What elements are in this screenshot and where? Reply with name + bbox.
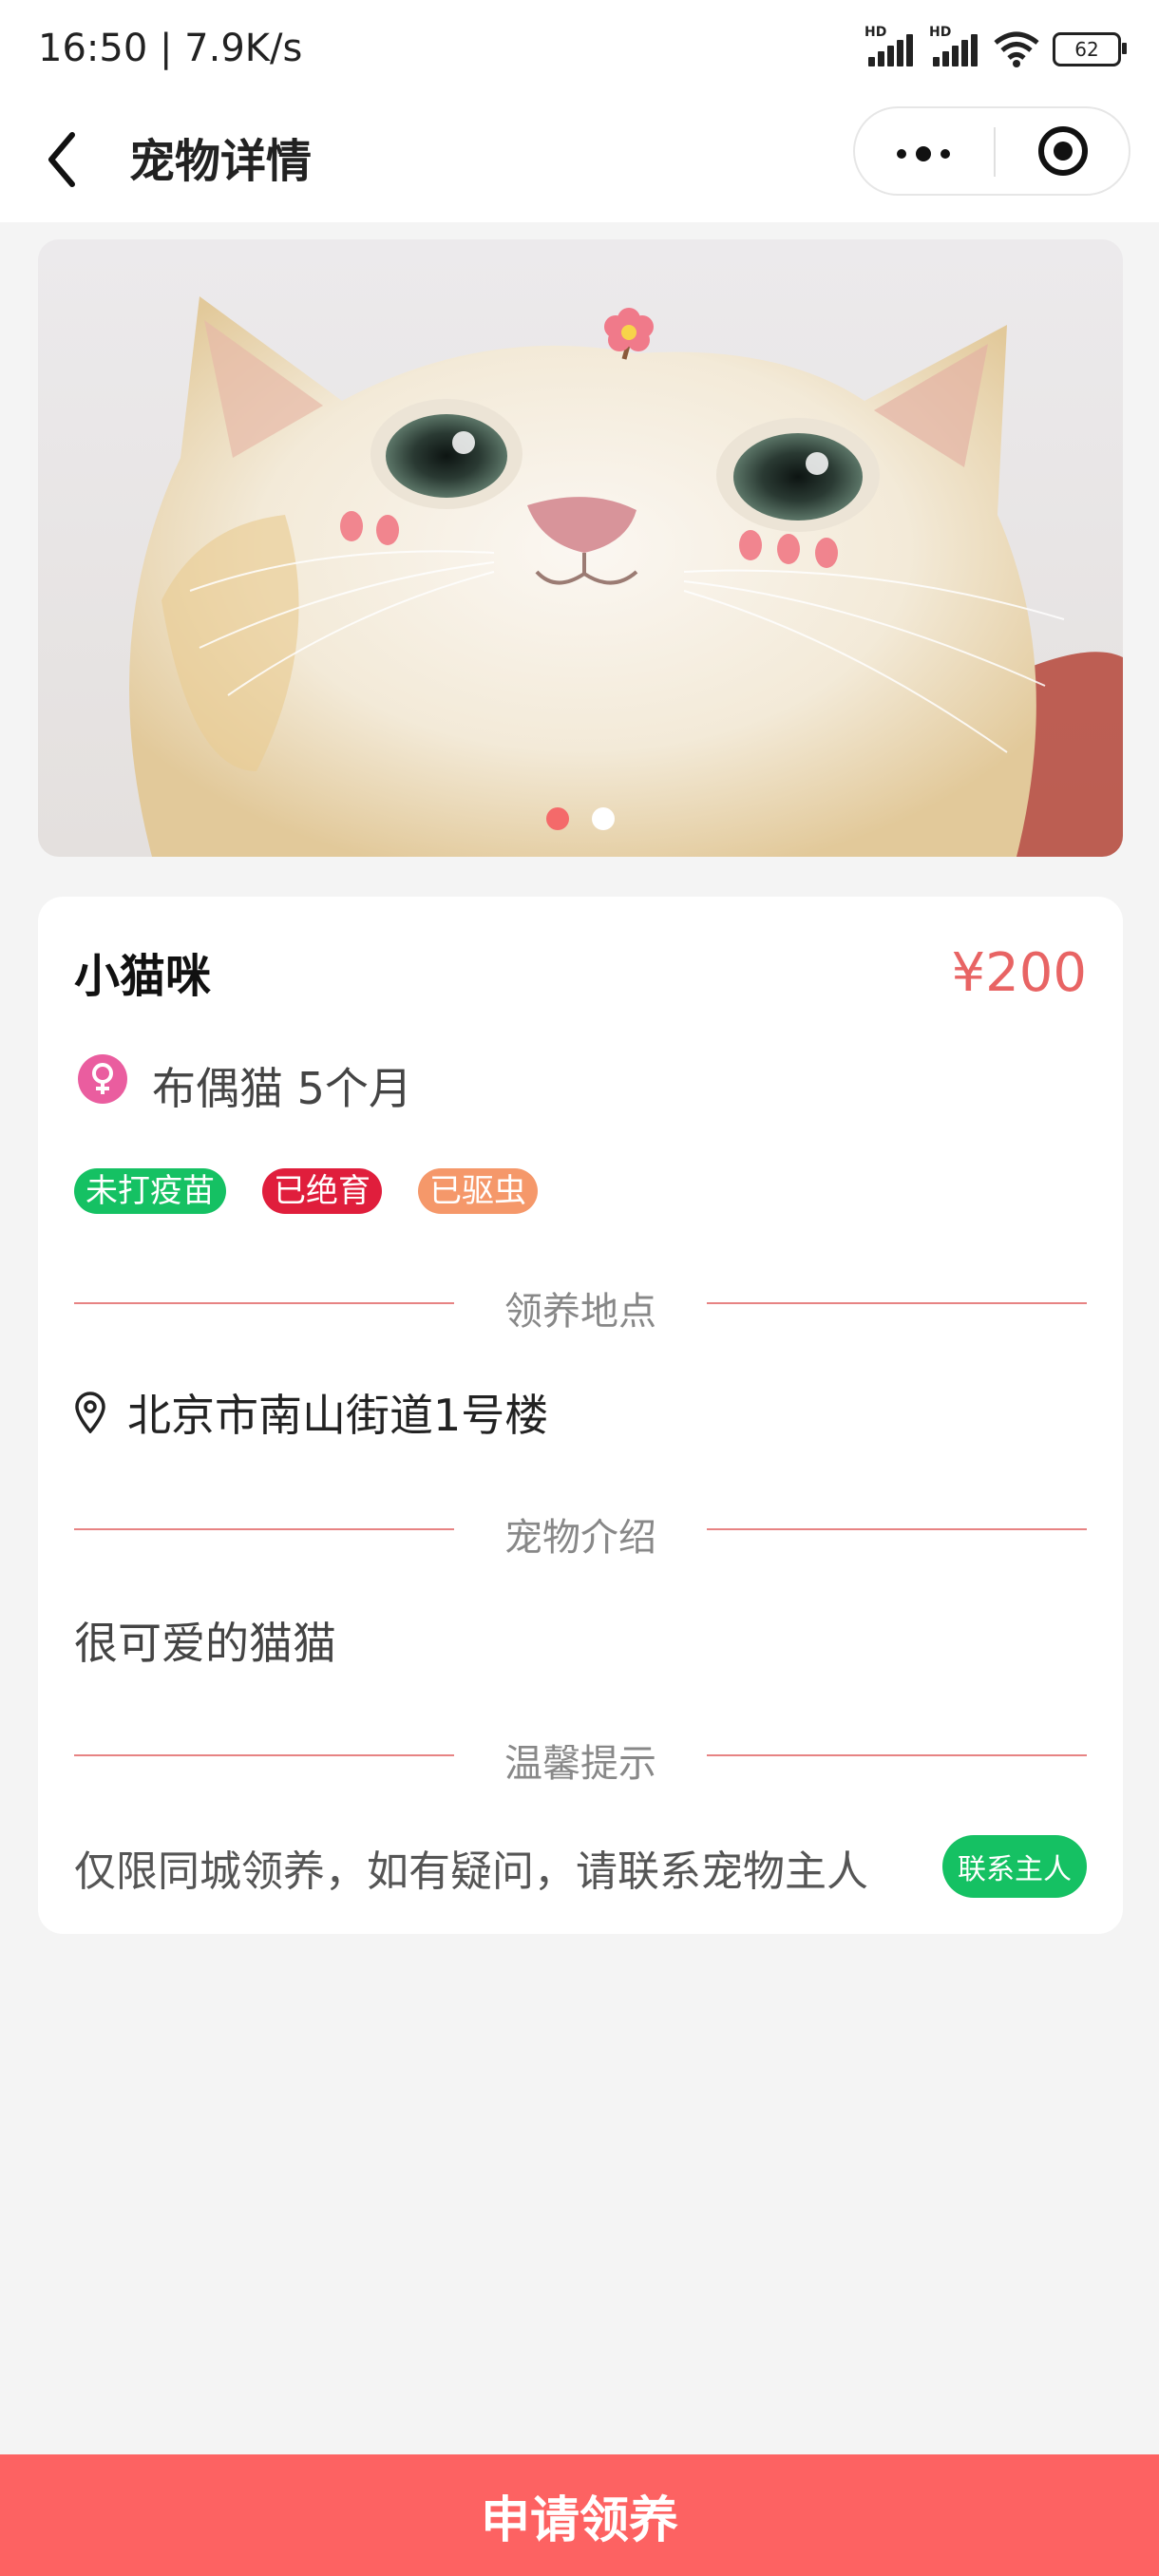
section-divider-tips: 温馨提示 [74,1727,1087,1786]
address-text: 北京市南山街道1号楼 [127,1390,549,1441]
wifi-icon [994,31,1039,67]
pet-intro-text: 很可爱的猫猫 [74,1618,336,1669]
apply-adoption-button[interactable]: 申请领养 [0,2454,1159,2576]
tag-neutered: 已绝育 [262,1168,382,1214]
record-circle-icon[interactable] [996,108,1130,194]
section-title-location: 领养地点 [504,1290,656,1334]
carousel-dot[interactable] [592,807,615,830]
pet-tags: 未打疫苗 已绝育 已驱虫 [74,1168,538,1214]
mini-program-capsule [853,106,1130,196]
pet-price: ¥200 [951,942,1087,1004]
tip-text: 仅限同城领养，如有疑问，请联系宠物主人 [74,1847,868,1896]
carousel-dot-active[interactable] [546,807,569,830]
tag-vaccine: 未打疫苗 [74,1168,226,1214]
location-pin-icon [75,1392,105,1433]
section-divider-intro: 宠物介绍 [74,1501,1087,1560]
status-icons: HD HD 62 [864,25,1127,68]
status-bar: 16:50 | 7.9K/s HD HD 62 [0,0,1159,104]
pet-breed-age: 布偶猫 5个月 [152,1063,412,1114]
adoption-address: 北京市南山街道1号楼 [74,1381,548,1444]
pet-photo-carousel[interactable] [38,239,1123,857]
carousel-indicator [38,807,1123,830]
pet-name: 小猫咪 [74,950,212,1003]
more-dots-icon[interactable] [855,108,994,194]
back-arrow-icon[interactable] [44,129,82,190]
nav-bar: 宠物详情 [0,104,1159,222]
status-time: 16:50 | 7.9K/s [38,27,303,70]
battery-icon: 62 [1053,32,1127,66]
section-divider-location: 领养地点 [74,1275,1087,1334]
page-title: 宠物详情 [129,135,313,188]
section-title-intro: 宠物介绍 [504,1516,656,1560]
pet-detail-card: 小猫咪 ¥200 布偶猫 5个月 未打疫苗 已绝育 已驱虫 领养地点 北京市南山… [38,897,1123,1934]
section-title-tips: 温馨提示 [504,1742,656,1786]
female-icon [78,1054,127,1104]
signal-icon: HD [864,25,916,68]
cat-photo [38,239,1123,857]
signal-icon-2: HD [929,25,980,68]
tag-dewormed: 已驱虫 [418,1168,538,1214]
contact-owner-button[interactable]: 联系主人 [942,1835,1087,1898]
